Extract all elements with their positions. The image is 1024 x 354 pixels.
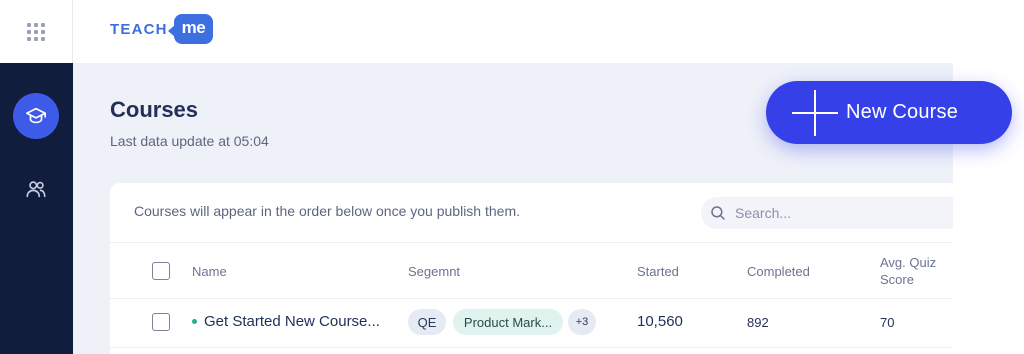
column-header-avg-quiz-score[interactable]: Avg. Quiz Score: [880, 254, 936, 288]
teachme-logo[interactable]: TEACH me: [110, 14, 214, 44]
divider: [110, 242, 953, 243]
new-course-button[interactable]: New Course: [766, 81, 1012, 144]
segment-chip[interactable]: Product Mark...: [453, 309, 563, 335]
column-header-completed[interactable]: Completed: [747, 263, 810, 280]
app-launcher[interactable]: [0, 0, 73, 63]
plus-icon: [792, 89, 838, 136]
courses-table-card: Courses will appear in the order below o…: [110, 183, 953, 354]
apps-grid-icon: [27, 22, 45, 41]
segment-more-chip[interactable]: +3: [568, 309, 596, 335]
column-header-started[interactable]: Started: [637, 263, 679, 280]
sidebar-item-users[interactable]: [13, 166, 59, 212]
sidebar-item-courses[interactable]: [13, 93, 59, 139]
logo-text: TEACH: [110, 20, 168, 38]
divider: [110, 298, 953, 299]
column-header-avg-quiz-line1: Avg. Quiz: [880, 255, 937, 270]
sidebar: [0, 63, 73, 354]
column-header-avg-quiz-line2: Score: [880, 272, 914, 287]
divider: [110, 347, 953, 348]
last-update-text: Last data update at 05:04: [110, 133, 269, 149]
column-header-segment[interactable]: Segemnt: [408, 263, 460, 280]
top-header: TEACH me: [73, 0, 1024, 63]
select-all-checkbox[interactable]: [152, 262, 170, 280]
row-checkbox[interactable]: [152, 313, 170, 331]
publish-order-note: Courses will appear in the order below o…: [134, 203, 520, 219]
completed-count: 892: [747, 315, 769, 330]
search-box[interactable]: [701, 197, 953, 229]
search-icon: [711, 206, 725, 220]
avg-quiz-score: 70: [880, 315, 895, 330]
page-title: Courses: [110, 97, 199, 122]
course-name-link[interactable]: Get Started New Course...: [204, 313, 380, 330]
started-count: 10,560: [637, 313, 683, 330]
segment-chip[interactable]: QE: [408, 309, 446, 335]
column-header-name[interactable]: Name: [192, 263, 227, 280]
status-dot: [192, 319, 197, 324]
new-course-label: New Course: [846, 101, 959, 123]
logo-bubble: me: [167, 14, 214, 44]
graduation-cap-icon: [26, 107, 46, 124]
search-input[interactable]: [735, 205, 935, 221]
users-icon: [26, 181, 46, 198]
